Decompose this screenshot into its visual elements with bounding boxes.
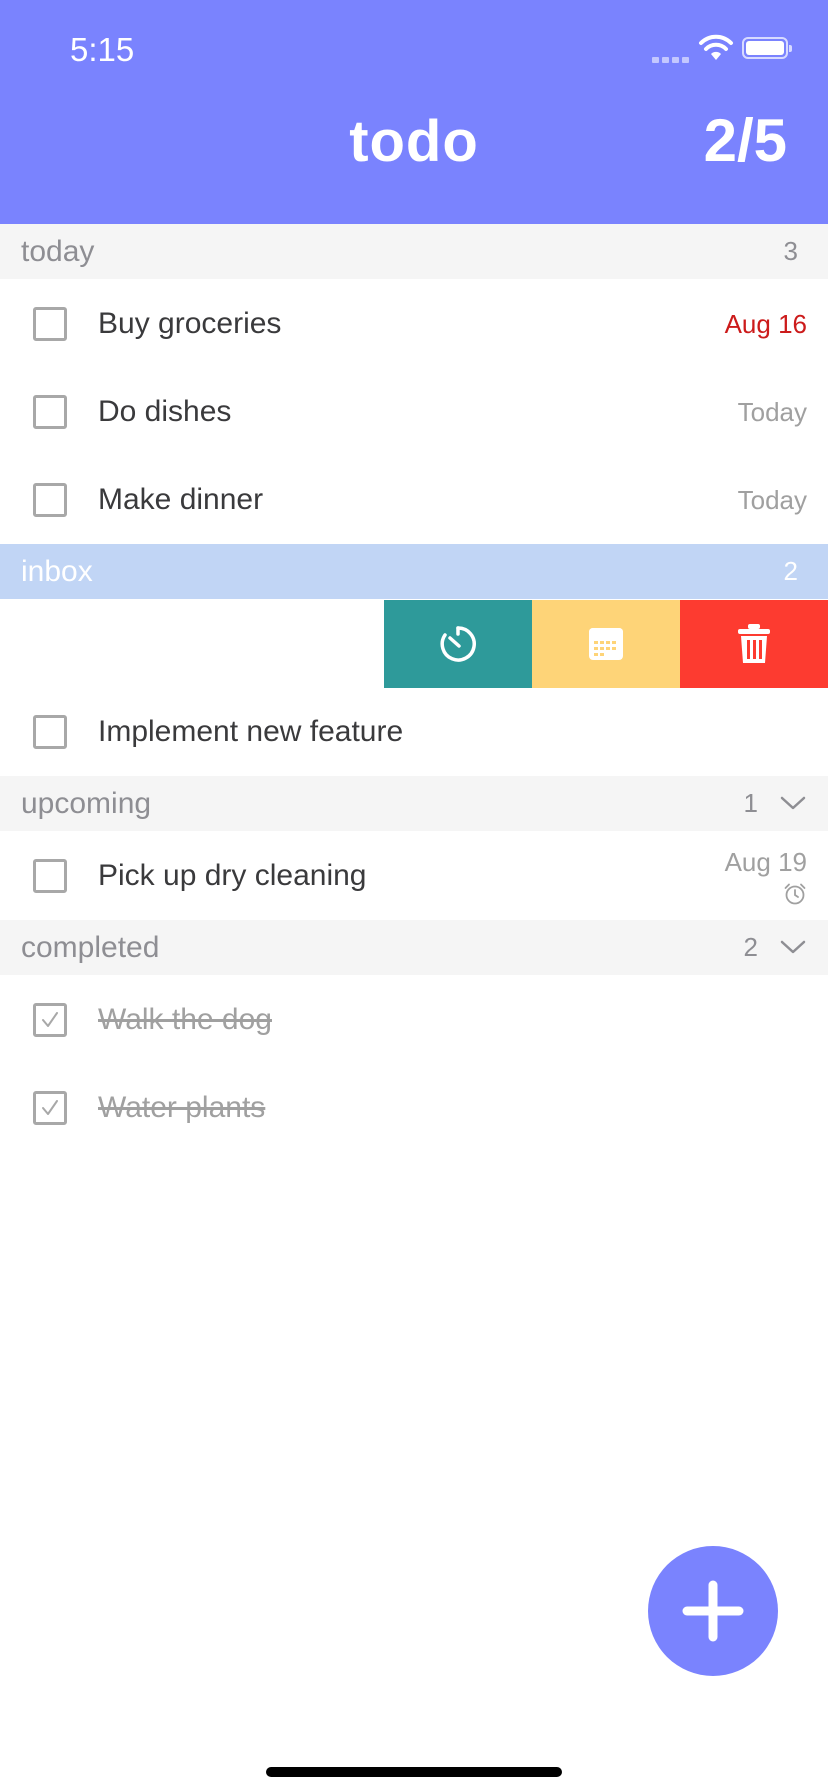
cellular-signal-icon xyxy=(652,50,692,63)
task-row[interactable]: Walk the dog xyxy=(0,976,828,1064)
section-count: 3 xyxy=(783,236,798,266)
task-title: Make dinner xyxy=(98,483,264,516)
task-row[interactable]: Do dishes Today xyxy=(0,368,828,456)
task-checkbox-checked[interactable] xyxy=(33,1003,67,1037)
timer-icon xyxy=(440,626,476,662)
task-checkbox[interactable] xyxy=(33,859,67,893)
task-title: Water plants xyxy=(98,1091,266,1124)
task-checkbox-checked[interactable] xyxy=(33,1091,67,1125)
app-header: 5:15 todo 2/5 xyxy=(0,0,828,224)
task-title: Do dishes xyxy=(98,395,232,428)
section-header-inbox[interactable]: inbox 2 xyxy=(0,544,828,599)
snooze-button[interactable] xyxy=(384,600,532,688)
section-count: 2 xyxy=(743,932,758,962)
battery-icon xyxy=(742,37,792,59)
task-checkbox[interactable] xyxy=(33,395,67,429)
calendar-icon xyxy=(589,628,623,660)
checkmark-icon xyxy=(42,1012,58,1027)
trash-icon xyxy=(738,624,770,663)
status-time: 5:15 xyxy=(70,31,135,68)
task-checkbox[interactable] xyxy=(33,715,67,749)
chevron-down-icon[interactable] xyxy=(780,793,806,813)
section-count: 2 xyxy=(783,556,798,586)
task-checkbox[interactable] xyxy=(33,483,67,517)
section-title: upcoming xyxy=(21,787,152,820)
chevron-down-icon[interactable] xyxy=(780,937,806,957)
wifi-icon xyxy=(698,34,734,62)
task-row[interactable]: Make dinner Today xyxy=(0,456,828,544)
task-title: Pick up dry cleaning xyxy=(98,859,367,892)
task-due-date: Aug 16 xyxy=(724,309,807,339)
delete-button[interactable] xyxy=(680,600,828,688)
section-header-upcoming[interactable]: upcoming 1 xyxy=(0,776,828,831)
task-due-date: Today xyxy=(737,485,807,515)
task-title: Buy groceries xyxy=(98,307,282,340)
add-task-button[interactable] xyxy=(648,1546,778,1676)
section-header-completed[interactable]: completed 2 xyxy=(0,920,828,975)
section-title: today xyxy=(21,235,95,268)
completion-counter: 2/5 xyxy=(703,107,787,174)
schedule-button[interactable] xyxy=(532,600,680,688)
task-checkbox[interactable] xyxy=(33,307,67,341)
task-due-date: Aug 19 xyxy=(724,847,807,877)
swipe-actions xyxy=(384,600,828,688)
task-due-date: Today xyxy=(737,397,807,427)
task-row[interactable]: Implement new feature xyxy=(0,688,828,776)
checkmark-icon xyxy=(42,1100,58,1115)
task-row[interactable]: Pick up dry cleaning Aug 19 xyxy=(0,832,828,920)
section-header-today[interactable]: today 3 xyxy=(0,224,828,279)
alarm-icon xyxy=(784,883,806,905)
section-title: completed xyxy=(21,931,160,964)
home-indicator xyxy=(266,1767,562,1777)
task-title: Walk the dog xyxy=(98,1003,272,1036)
section-title: inbox xyxy=(21,555,93,588)
plus-icon xyxy=(682,1580,744,1642)
task-title: Implement new feature xyxy=(98,715,404,748)
task-row[interactable]: Buy groceries Aug 16 xyxy=(0,280,828,368)
section-count: 1 xyxy=(743,788,758,818)
task-row[interactable]: Water plants xyxy=(0,1064,828,1152)
